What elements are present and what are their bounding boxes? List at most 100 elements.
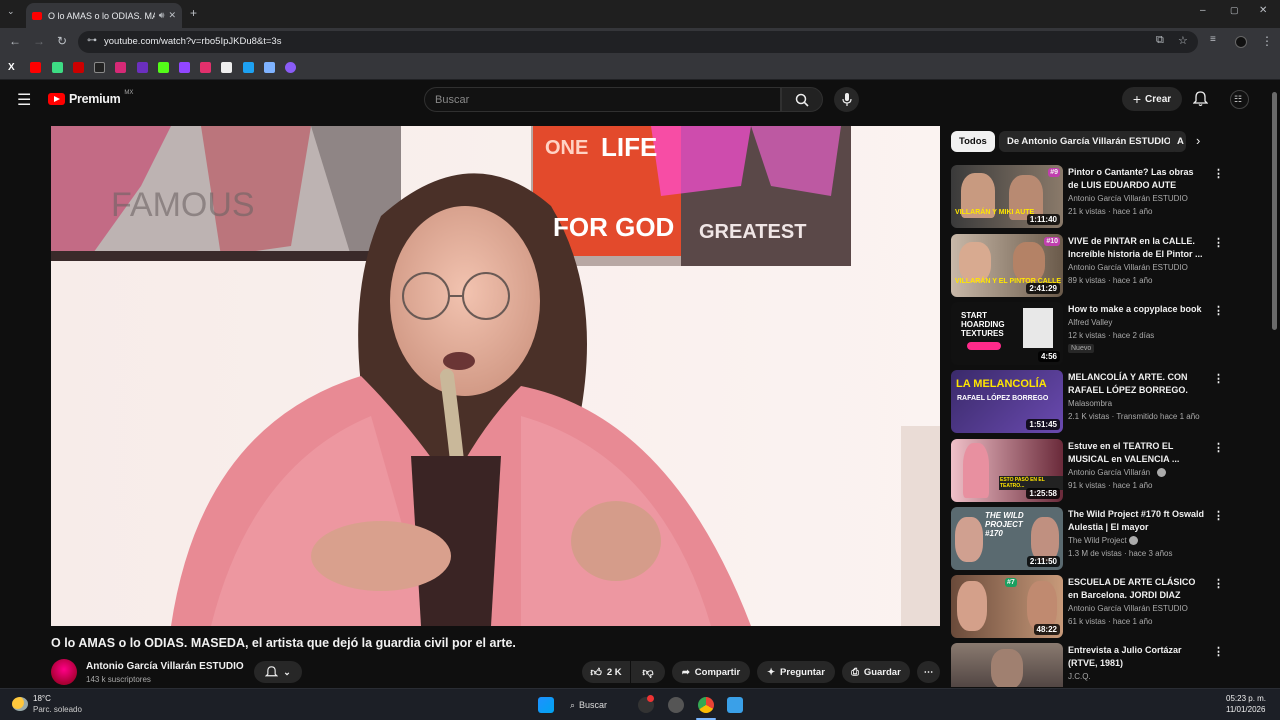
search-input[interactable]: Buscar xyxy=(424,87,781,112)
bookmark-purple-icon[interactable] xyxy=(137,62,148,73)
recommendation-thumbnail[interactable]: LA MELANCOLÍA RAFAEL LÓPEZ BORREGO 1:51:… xyxy=(951,370,1063,433)
more-options-icon[interactable]: ⋮ xyxy=(1213,509,1224,522)
channel-avatar[interactable] xyxy=(51,659,77,685)
share-button[interactable]: ➦ Compartir xyxy=(672,661,750,683)
settings-gear-icon[interactable] xyxy=(668,697,684,713)
notifications-bell-icon[interactable] xyxy=(1193,91,1208,107)
recommendation-title[interactable]: Estuve en el TEATRO EL MUSICAL en VALENC… xyxy=(1068,440,1206,466)
search-button[interactable] xyxy=(781,87,823,112)
more-options-icon[interactable]: ⋮ xyxy=(1213,645,1224,658)
recommendation-thumbnail[interactable] xyxy=(951,643,1063,687)
recommendation-title[interactable]: Entrevista a Julio Cortázar (RTVE, 1981) xyxy=(1068,644,1206,670)
chip-all[interactable]: Todos xyxy=(951,131,995,152)
chip-more[interactable]: A xyxy=(1170,131,1186,152)
audio-icon[interactable]: 🔊︎ xyxy=(159,10,165,21)
site-info-icon[interactable]: ⊶ xyxy=(87,35,97,46)
maximize-icon[interactable]: ▢ xyxy=(1230,5,1239,16)
account-avatar[interactable]: ☷ xyxy=(1230,90,1249,109)
recommendation-thumbnail[interactable]: VILLARÁN Y EL PINTOR CALLE #10 2:41:29 xyxy=(951,234,1063,297)
recommendation-item[interactable]: LA MELANCOLÍA RAFAEL LÓPEZ BORREGO 1:51:… xyxy=(951,370,1231,433)
recommendation-thumbnail[interactable]: ESTO PASÓ EN EL TEATRO... 1:25:58 xyxy=(951,439,1063,502)
weather-temp[interactable]: 18°C xyxy=(33,694,51,703)
dislike-button[interactable]: 👎︎ xyxy=(631,661,665,683)
like-button[interactable]: 👍︎ 2 K xyxy=(582,661,630,683)
chrome-taskbar-icon[interactable] xyxy=(698,697,714,713)
start-windows-icon[interactable] xyxy=(538,697,554,713)
recommendation-thumbnail[interactable]: START HOARDING TEXTURES 4:56 xyxy=(951,302,1063,365)
menu-icon[interactable]: ☰ xyxy=(17,90,31,110)
ask-button[interactable]: ✦ Preguntar xyxy=(757,661,835,683)
recommendation-item[interactable]: VILLARÁN Y EL PINTOR CALLE #10 2:41:29 V… xyxy=(951,234,1231,297)
recommendation-title[interactable]: ESCUELA DE ARTE CLÁSICO en Barcelona. JO… xyxy=(1068,576,1206,602)
recommendation-item[interactable]: Entrevista a Julio Cortázar (RTVE, 1981)… xyxy=(951,643,1231,687)
more-options-icon[interactable]: ⋮ xyxy=(1213,304,1224,317)
back-icon[interactable]: ← xyxy=(9,34,21,48)
chips-next-icon[interactable]: › xyxy=(1196,133,1200,148)
chrome-menu-icon[interactable]: ⋮ xyxy=(1261,34,1273,48)
recommendation-channel[interactable]: Antonio García Villarán xyxy=(1068,468,1150,477)
scrollbar-thumb[interactable] xyxy=(1272,92,1277,330)
recommendation-item[interactable]: START HOARDING TEXTURES 4:56 How to make… xyxy=(951,302,1231,365)
recommendation-channel[interactable]: Antonio García Villarán ESTUDIO xyxy=(1068,194,1188,203)
more-options-icon[interactable]: ⋮ xyxy=(1213,236,1224,249)
forward-icon[interactable]: → xyxy=(33,34,45,48)
taskbar-app-icon[interactable] xyxy=(638,695,654,713)
reload-icon[interactable]: ↻ xyxy=(57,34,67,48)
bookmark-moon-icon[interactable] xyxy=(285,62,296,73)
subscribe-notifications-button[interactable]: ⌄ xyxy=(254,661,302,683)
close-window-icon[interactable]: ✕ xyxy=(1259,5,1267,16)
bookmark-x-icon[interactable]: X xyxy=(8,62,19,73)
weather-desc[interactable]: Parc. soleado xyxy=(33,705,82,714)
bookmark-star-icon[interactable]: ☆ xyxy=(1178,34,1188,47)
taskbar-search[interactable]: ⌕ Buscar xyxy=(570,696,607,714)
browser-tab[interactable]: O lo AMAS o lo ODIAS. MA 🔊︎ ✕ xyxy=(26,3,182,28)
new-tab-icon[interactable]: + xyxy=(190,6,197,20)
recommendation-item[interactable]: THE WILD PROJECT #170 2:11:50 The Wild P… xyxy=(951,507,1231,570)
recommendation-item[interactable]: #7 48:22 ESCUELA DE ARTE CLÁSICO en Barc… xyxy=(951,575,1231,638)
bookmark-twitch-icon[interactable] xyxy=(179,62,190,73)
recommendation-title[interactable]: VIVE de PINTAR en la CALLE. Increíble hi… xyxy=(1068,235,1206,261)
install-icon[interactable]: ⧉ xyxy=(1156,34,1164,47)
video-player[interactable]: ONE LIFE FOR GOD GREATEST FAMOUS xyxy=(51,126,940,626)
voice-search-button[interactable] xyxy=(834,87,859,112)
bookmark-light-blue-icon[interactable] xyxy=(264,62,275,73)
url-field[interactable]: ⊶ youtube.com/watch?v=rbo5IpJKDu8&t=3s ⧉… xyxy=(78,31,1198,53)
recommendation-channel[interactable]: J.C.Q. xyxy=(1068,672,1091,681)
more-options-icon[interactable]: ⋮ xyxy=(1213,167,1224,180)
recommendation-channel[interactable]: Antonio García Villarán ESTUDIO xyxy=(1068,604,1188,613)
close-tab-icon[interactable]: ✕ xyxy=(168,10,176,21)
clock-time[interactable]: 05:23 p. m. xyxy=(1226,694,1266,703)
create-button[interactable]: + Crear xyxy=(1122,87,1182,111)
page-scrollbar[interactable] xyxy=(1271,84,1278,688)
bookmark-youtube-icon[interactable] xyxy=(30,62,41,73)
recommendation-thumbnail[interactable]: VILLARÁN Y MIKI AUTE #9 1:11:40 xyxy=(951,165,1063,228)
bookmark-green-icon[interactable] xyxy=(52,62,63,73)
recommendation-item[interactable]: ESTO PASÓ EN EL TEATRO... 1:25:58 Estuve… xyxy=(951,439,1231,502)
profile-avatar[interactable] xyxy=(1235,36,1247,48)
bookmark-w-icon[interactable] xyxy=(221,62,232,73)
recommendation-title[interactable]: The Wild Project #170 ft Oswald Aulestia… xyxy=(1068,508,1206,534)
tab-search-icon[interactable]: ⌄ xyxy=(7,6,15,17)
bookmark-instagram-icon[interactable] xyxy=(115,62,126,73)
minimize-icon[interactable]: – xyxy=(1200,5,1206,16)
chip-channel[interactable]: De Antonio García Villarán ESTUDIO xyxy=(999,131,1180,152)
recommendation-title[interactable]: How to make a copyplace book xyxy=(1068,303,1206,316)
more-options-icon[interactable]: ⋮ xyxy=(1213,441,1224,454)
recommendation-channel[interactable]: Antonio García Villarán ESTUDIO xyxy=(1068,263,1188,272)
bookmark-red-icon[interactable] xyxy=(73,62,84,73)
bookmark-pink-icon[interactable] xyxy=(200,62,211,73)
media-icon[interactable]: ≡ xyxy=(1210,34,1216,45)
bookmark-kick-icon[interactable] xyxy=(158,62,169,73)
more-options-icon[interactable]: ⋮ xyxy=(1213,372,1224,385)
recommendation-channel[interactable]: Malasombra xyxy=(1068,399,1112,408)
bookmark-s-icon[interactable] xyxy=(94,62,105,73)
clock-date[interactable]: 11/01/2026 xyxy=(1226,705,1265,714)
recommendation-item[interactable]: VILLARÁN Y MIKI AUTE #9 1:11:40 Pintor o… xyxy=(951,165,1231,228)
more-actions-button[interactable]: ⋯ xyxy=(917,661,940,683)
recommendation-channel[interactable]: The Wild Project xyxy=(1068,536,1127,545)
recommendation-title[interactable]: Pintor o Cantante? Las obras de LUIS EDU… xyxy=(1068,166,1206,192)
recommendation-channel[interactable]: Alfred Valley xyxy=(1068,318,1112,327)
files-app-icon[interactable] xyxy=(727,697,743,713)
bookmark-blue-icon[interactable] xyxy=(243,62,254,73)
more-options-icon[interactable]: ⋮ xyxy=(1213,577,1224,590)
